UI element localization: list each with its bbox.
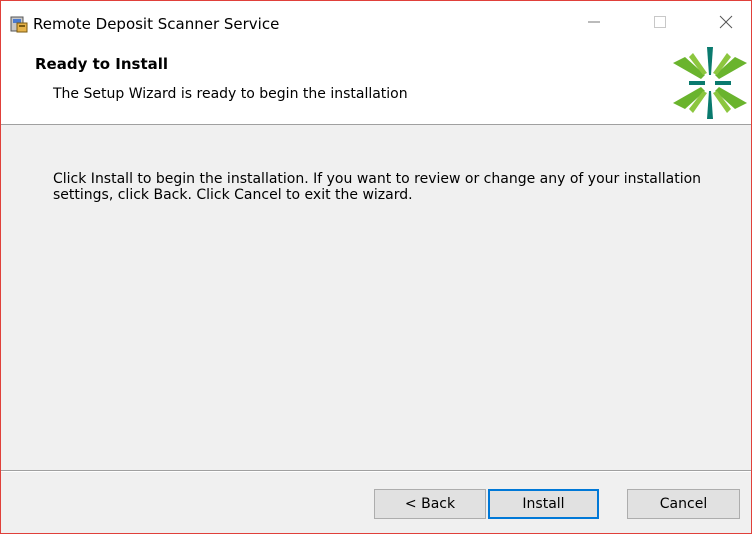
maximize-icon [653, 14, 667, 33]
wizard-header: Ready to Install The Setup Wizard is rea… [1, 41, 751, 125]
instructions-text: Click Install to begin the installation.… [53, 171, 702, 203]
close-button[interactable] [703, 9, 749, 37]
page-title: Ready to Install [35, 55, 169, 73]
minimize-icon [587, 14, 601, 33]
installer-window: Remote Deposit Scanner Service Ready to … [0, 0, 752, 534]
window-title: Remote Deposit Scanner Service [33, 15, 280, 33]
title-bar[interactable]: Remote Deposit Scanner Service [1, 1, 751, 41]
close-icon [719, 14, 733, 33]
installer-app-icon [9, 14, 29, 34]
footer-divider [1, 470, 751, 472]
back-button[interactable]: < Back [374, 489, 486, 519]
company-logo-icon [671, 45, 749, 121]
install-button[interactable]: Install [488, 489, 599, 519]
page-subtitle: The Setup Wizard is ready to begin the i… [53, 86, 408, 102]
maximize-button[interactable] [637, 9, 683, 37]
cancel-button[interactable]: Cancel [627, 489, 740, 519]
minimize-button[interactable] [571, 9, 617, 37]
